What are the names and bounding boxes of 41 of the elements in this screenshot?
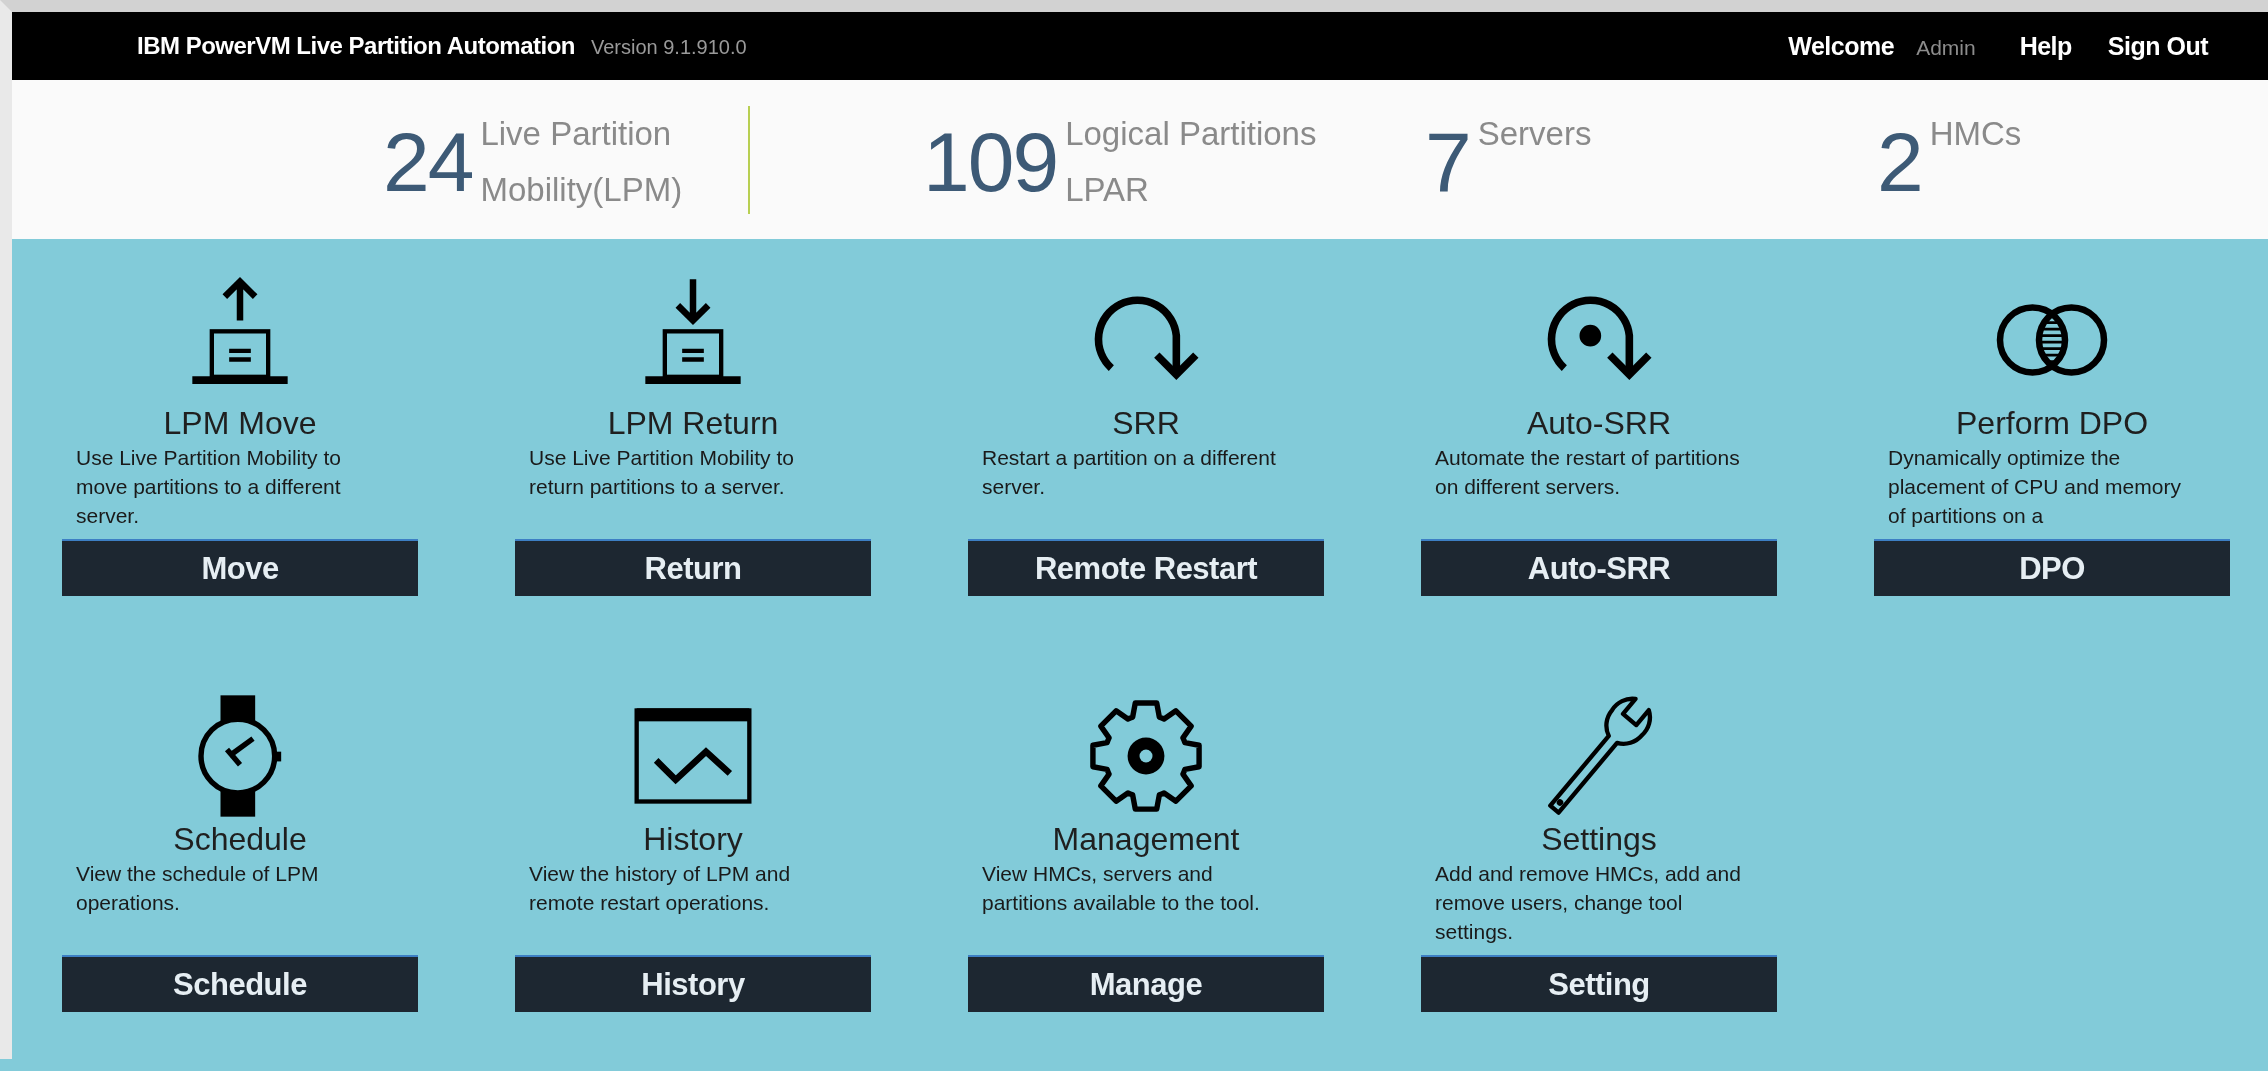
stat-label: Logical Partitions LPAR xyxy=(1065,114,1317,210)
card-description: Restart a partition on a different server. xyxy=(981,445,1277,500)
card-description: Automate the restart of partitions on different servers. xyxy=(1434,445,1741,500)
stat-value: 7 xyxy=(1425,114,1470,211)
stat-value: 24 xyxy=(383,114,473,211)
card-title: Schedule xyxy=(172,821,308,857)
action-button[interactable]: DPO xyxy=(1874,539,2230,596)
card-description: View HMCs, servers and partitions available to the tool. xyxy=(981,861,1261,916)
card-description: Use Live Partition Mobility to return partitions to a server. xyxy=(528,445,795,500)
welcome-text: Welcome xyxy=(1788,31,1895,61)
stat-label: HMCs xyxy=(1929,114,2022,154)
action-button[interactable]: Schedule xyxy=(62,955,418,1012)
stat-label: Servers xyxy=(1477,114,1592,154)
action-button[interactable]: Manage xyxy=(968,955,1324,1012)
card-title: Auto-SRR xyxy=(1525,405,1672,441)
stat-label: Live Partition Mobility(LPM) xyxy=(480,114,683,210)
version-text: Version 9.1.910.0 xyxy=(590,36,747,59)
card-description: Add and remove HMCs, add and remove users, change tool settings. xyxy=(1434,861,1742,945)
card-description: Use Live Partition Mobility to move partitions to a different server. xyxy=(75,445,342,529)
card-description: Dynamically optimize the placement of CPU and memory of partitions on a xyxy=(1887,445,2182,529)
user-name: Admin xyxy=(1916,35,1976,60)
stat-value: 2 xyxy=(1877,114,1922,211)
card-title: SRR xyxy=(1111,405,1181,441)
card-title: Perform DPO xyxy=(1955,405,2149,441)
action-button[interactable]: Move xyxy=(62,539,418,596)
header-link[interactable]: Sign Out xyxy=(2107,31,2208,61)
action-button[interactable]: Return xyxy=(515,539,871,596)
header-link[interactable]: Help xyxy=(2019,31,2072,61)
action-button[interactable]: Remote Restart xyxy=(968,539,1324,596)
card-title: LPM Return xyxy=(606,405,780,441)
app-title: IBM PowerVM Live Partition Automation xyxy=(137,32,575,60)
card-description: View the history of LPM and remote restart operations. xyxy=(528,861,792,916)
card-title: LPM Move xyxy=(162,405,318,441)
card-title: Settings xyxy=(1540,821,1658,857)
card-title: Management xyxy=(1051,821,1241,857)
action-button[interactable]: Auto-SRR xyxy=(1421,539,1777,596)
action-button[interactable]: History xyxy=(515,955,871,1012)
action-button[interactable]: Setting xyxy=(1421,955,1777,1012)
stat-value: 109 xyxy=(923,114,1058,211)
card-description: View the schedule of LPM operations. xyxy=(75,861,320,916)
card-title: History xyxy=(642,821,744,857)
